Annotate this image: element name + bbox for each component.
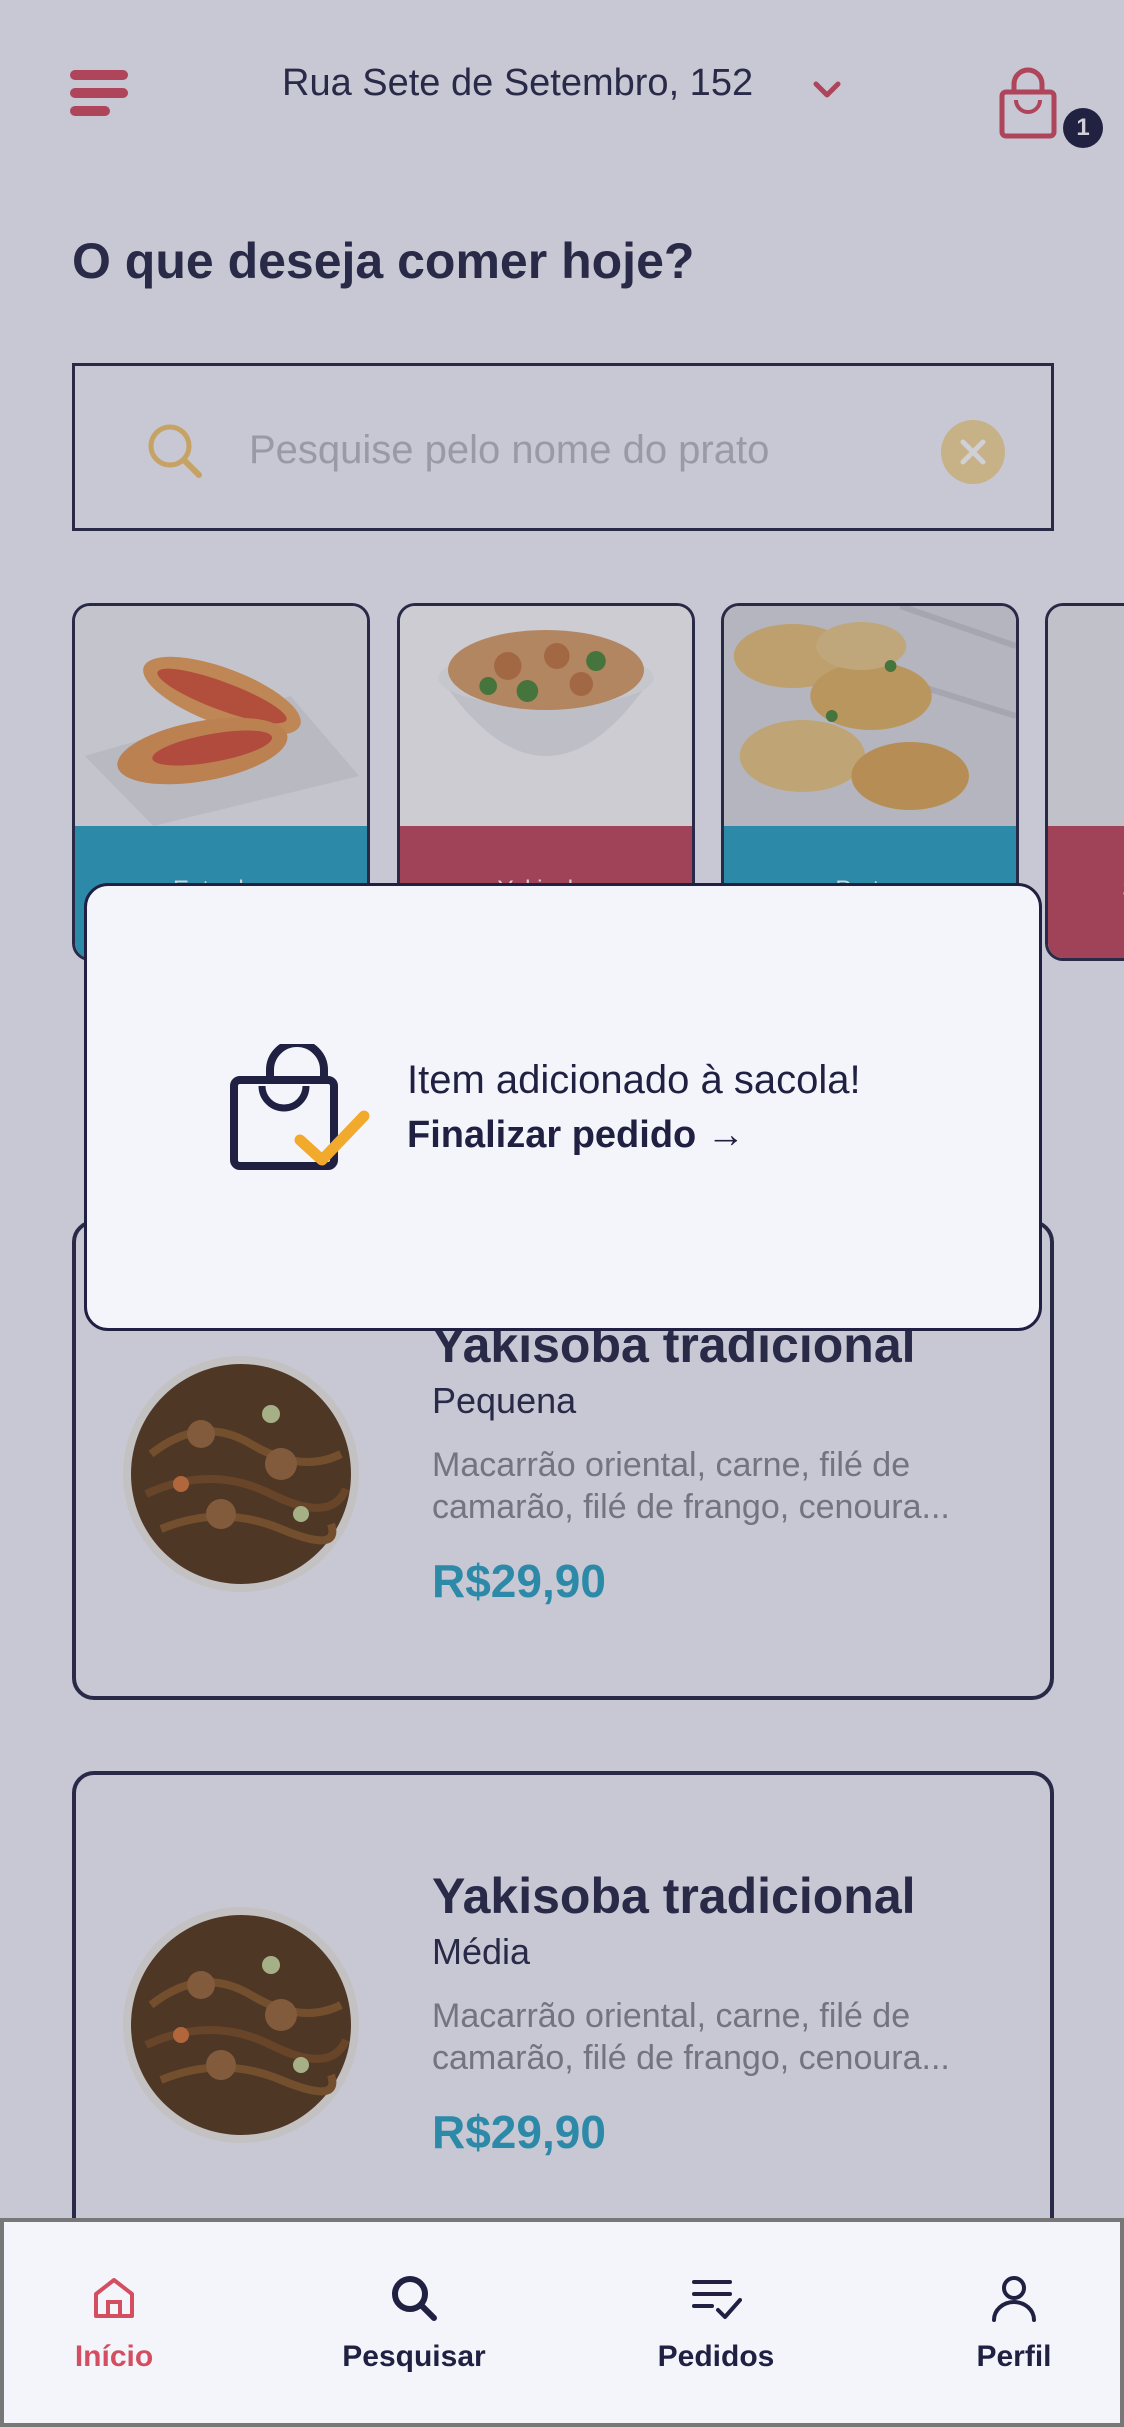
nav-item-pedidos[interactable]: Pedidos [616,2222,816,2427]
nav-item-inicio[interactable]: Início [14,2222,214,2427]
app-screen: Rua Sete de Setembro, 152 1 O que deseja… [0,0,1124,2427]
nav-label: Perfil [976,2340,1052,2373]
orders-list-icon [692,2280,742,2319]
toast-message: Item adicionado à sacola! [407,1058,861,1102]
nav-item-perfil[interactable]: Perfil [914,2222,1114,2427]
bottom-navigation: Início Pesquisar Pedidos Perfil [0,2218,1124,2427]
nav-label: Pesquisar [342,2340,486,2373]
nav-label: Pedidos [657,2340,775,2373]
home-icon [94,2278,134,2318]
search-icon [392,2276,437,2321]
bag-check-icon [230,1044,370,1170]
nav-label: Início [74,2340,154,2373]
finish-order-link[interactable]: Finalizar pedido → [407,1114,745,1157]
user-icon [992,2276,1036,2322]
nav-item-pesquisar[interactable]: Pesquisar [314,2222,514,2427]
added-to-bag-toast: Item adicionado à sacola! Finalizar pedi… [84,883,1042,1331]
